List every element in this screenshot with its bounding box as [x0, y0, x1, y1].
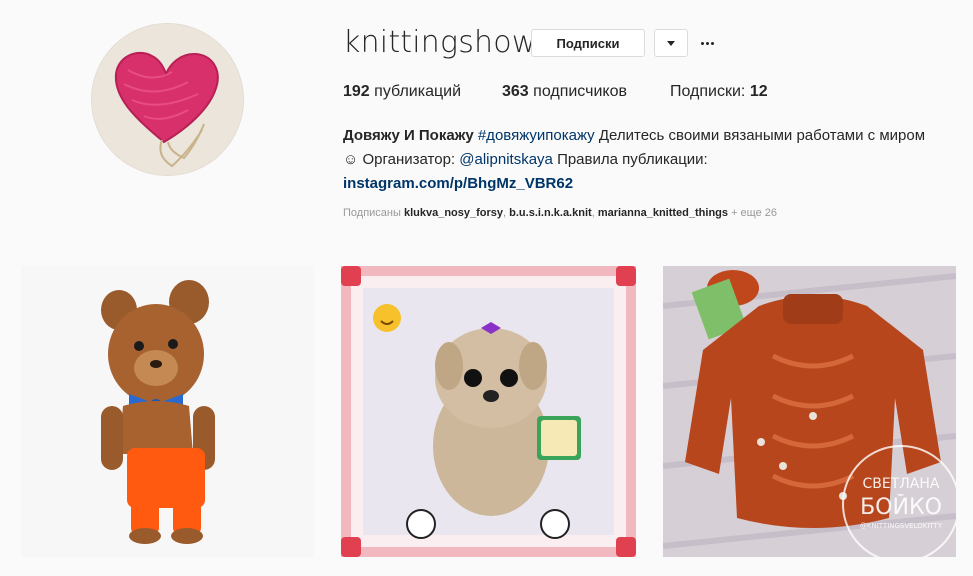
dot-icon [705, 41, 709, 45]
bio-text-1: Делитесь своими вязаными работами с миро… [598, 127, 926, 144]
knitted-sweater-image: СВЕТЛАНА БОЙКО @KNITTINGSVELOKITTY [663, 266, 956, 557]
bio-full-name: Довяжу И Покажу [343, 127, 474, 144]
profile-bio: Довяжу И Покажу #довяжуипокажу Делитесь … [343, 124, 933, 196]
profile-username: knittingshow [343, 25, 537, 60]
dot-icon [710, 41, 714, 45]
watermark-line-3: @KNITTINGSVELOKITTY [860, 522, 943, 530]
following-count: 12 [749, 83, 768, 100]
profile-avatar[interactable] [91, 23, 244, 176]
followers-label: подписчиков [533, 83, 627, 100]
stat-followers[interactable]: 363 подписчиков [502, 83, 627, 101]
followed-by-user[interactable]: b.u.s.i.n.k.a.knit [509, 207, 592, 219]
bio-text-2: Организатор: [362, 151, 456, 168]
knitted-bear-image [21, 266, 314, 557]
suggestions-dropdown-button[interactable] [654, 29, 688, 57]
followers-count: 363 [502, 83, 529, 100]
knitted-puppy-image [341, 266, 636, 557]
followed-by-user[interactable]: marianna_knitted_things [598, 207, 728, 219]
bio-hashtag-link[interactable]: #довяжуипокажу [478, 127, 595, 144]
bio-mention-link[interactable]: @alipnitskaya [459, 151, 553, 168]
followed-by-user[interactable]: klukva_nosy_forsy [404, 207, 503, 219]
smile-emoji-icon: ☺ [343, 151, 359, 168]
following-label: Подписки: [670, 83, 746, 100]
followed-by: Подписаны klukva_nosy_forsy, b.u.s.i.n.k… [343, 207, 778, 219]
stat-posts: 192 публикаций [343, 83, 461, 101]
bio-external-url[interactable]: instagram.com/p/BhgMz_VBR62 [343, 175, 573, 192]
following-button[interactable]: Подписки [531, 29, 645, 57]
posts-count: 192 [343, 83, 370, 100]
avatar-heart-brooch-image [92, 24, 243, 175]
bio-text-3: Правила публикации: [557, 151, 708, 168]
followed-by-more[interactable]: + еще 26 [731, 207, 777, 219]
post-thumbnail-bear[interactable] [21, 266, 314, 557]
post-thumbnail-puppy[interactable] [341, 266, 636, 557]
stat-following[interactable]: Подписки: 12 [670, 83, 768, 101]
triangle-down-icon [667, 40, 675, 46]
post-thumbnail-sweater[interactable]: СВЕТЛАНА БОЙКО @KNITTINGSVELOKITTY [663, 266, 956, 557]
dot-icon [700, 41, 704, 45]
watermark-line-1: СВЕТЛАНА [863, 476, 940, 492]
followed-by-prefix: Подписаны [343, 207, 401, 219]
more-options-button[interactable] [698, 33, 716, 53]
watermark-line-2: БОЙКО [860, 494, 942, 520]
posts-label: публикаций [374, 83, 462, 100]
